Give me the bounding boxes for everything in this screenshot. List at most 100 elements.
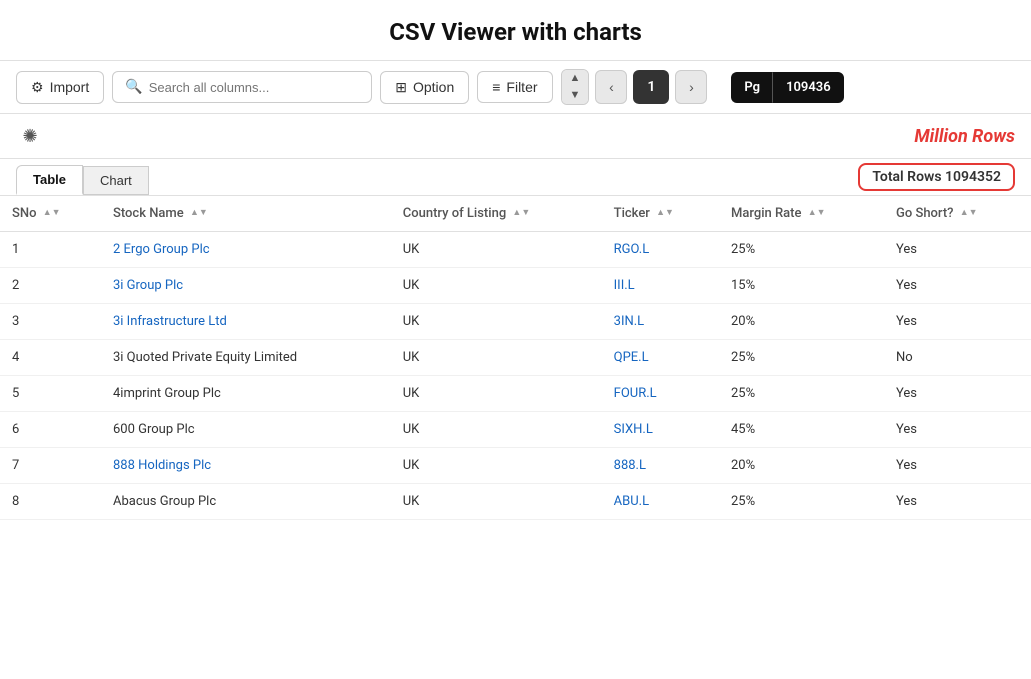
- sort-arrows-sno[interactable]: ▲▼: [43, 209, 61, 218]
- tab-chart[interactable]: Chart: [83, 166, 149, 195]
- option-button[interactable]: ⊞ Option: [380, 71, 469, 104]
- cell-stock-name[interactable]: 2 Ergo Group Plc: [101, 232, 391, 268]
- pg-label: Pg: [731, 72, 773, 103]
- sort-arrows-margin[interactable]: ▲▼: [808, 209, 826, 218]
- pagination-controls: ▲ ▼ ‹ 1 ›: [561, 69, 708, 105]
- col-go-short[interactable]: Go Short? ▲▼: [884, 196, 1031, 232]
- cell-sno: 3: [0, 304, 101, 340]
- search-box[interactable]: 🔍: [112, 71, 372, 103]
- import-button[interactable]: ⚙ Import: [16, 71, 104, 104]
- cell-go-short: No: [884, 340, 1031, 376]
- cell-sno: 2: [0, 268, 101, 304]
- cell-go-short: Yes: [884, 484, 1031, 520]
- cell-margin-rate: 20%: [719, 304, 884, 340]
- stock-name-link[interactable]: 3i Group Plc: [113, 278, 183, 293]
- search-input[interactable]: [149, 80, 360, 95]
- cell-ticker: III.L: [602, 268, 719, 304]
- sun-icon[interactable]: ✺: [16, 122, 44, 150]
- sort-arrows-country[interactable]: ▲▼: [512, 209, 530, 218]
- grid-icon: ⊞: [395, 79, 407, 96]
- table-row: 7888 Holdings PlcUK888.L20%Yes: [0, 448, 1031, 484]
- table-row: 54imprint Group PlcUKFOUR.L25%Yes: [0, 376, 1031, 412]
- table-row: 43i Quoted Private Equity LimitedUKQPE.L…: [0, 340, 1031, 376]
- option-label: Option: [413, 79, 454, 95]
- cell-margin-rate: 25%: [719, 484, 884, 520]
- cell-country: UK: [391, 448, 602, 484]
- cell-go-short: Yes: [884, 448, 1031, 484]
- cell-country: UK: [391, 376, 602, 412]
- table-row: 6600 Group PlcUKSIXH.L45%Yes: [0, 412, 1031, 448]
- million-rows-label: Million Rows: [914, 126, 1015, 147]
- table-row: 1 2 Ergo Group Plc UKRGO.L25%Yes: [0, 232, 1031, 268]
- page-title: CSV Viewer with charts: [0, 0, 1031, 60]
- cell-sno: 8: [0, 484, 101, 520]
- cell-margin-rate: 25%: [719, 232, 884, 268]
- cell-ticker: ABU.L: [602, 484, 719, 520]
- cell-country: UK: [391, 340, 602, 376]
- filter-button[interactable]: ≡ Filter: [477, 71, 552, 103]
- tab-table[interactable]: Table: [16, 165, 83, 195]
- cell-ticker: FOUR.L: [602, 376, 719, 412]
- cell-margin-rate: 15%: [719, 268, 884, 304]
- search-icon: 🔍: [125, 79, 142, 95]
- cell-go-short: Yes: [884, 232, 1031, 268]
- cell-stock-name[interactable]: 888 Holdings Plc: [101, 448, 391, 484]
- page-updown[interactable]: ▲ ▼: [561, 69, 590, 105]
- sort-arrows-ticker[interactable]: ▲▼: [656, 209, 674, 218]
- cell-country: UK: [391, 412, 602, 448]
- cell-margin-rate: 25%: [719, 340, 884, 376]
- cell-stock-name: 3i Quoted Private Equity Limited: [101, 340, 391, 376]
- table-row: 2 3i Group Plc UKIII.L15%Yes: [0, 268, 1031, 304]
- total-rows-badge: Total Rows 1094352: [858, 163, 1015, 191]
- cell-stock-name[interactable]: 3i Group Plc: [101, 268, 391, 304]
- cell-country: UK: [391, 232, 602, 268]
- filter-icon: ≡: [492, 79, 500, 95]
- cell-sno: 4: [0, 340, 101, 376]
- table-body: 12 Ergo Group PlcUKRGO.L25%Yes23i Group …: [0, 232, 1031, 520]
- cell-go-short: Yes: [884, 268, 1031, 304]
- import-label: Import: [50, 79, 90, 95]
- data-table: SNo ▲▼ Stock Name ▲▼ Country of Listing …: [0, 196, 1031, 520]
- tab-row: Table Chart Total Rows 1094352: [0, 159, 1031, 196]
- table-row: 8Abacus Group PlcUKABU.L25%Yes: [0, 484, 1031, 520]
- cell-stock-name: Abacus Group Plc: [101, 484, 391, 520]
- cell-country: UK: [391, 268, 602, 304]
- sort-arrows-stock[interactable]: ▲▼: [190, 209, 208, 218]
- page-up-btn[interactable]: ▲: [562, 70, 589, 87]
- cell-stock-name[interactable]: 3i Infrastructure Ltd: [101, 304, 391, 340]
- pg-total-group: Pg 109436: [723, 72, 843, 103]
- stock-name-link[interactable]: 3i Infrastructure Ltd: [113, 314, 227, 329]
- col-margin-rate[interactable]: Margin Rate ▲▼: [719, 196, 884, 232]
- cell-country: UK: [391, 484, 602, 520]
- col-stock-name[interactable]: Stock Name ▲▼: [101, 196, 391, 232]
- filter-label: Filter: [506, 79, 537, 95]
- cell-margin-rate: 45%: [719, 412, 884, 448]
- gear-icon: ⚙: [31, 79, 44, 96]
- cell-ticker: 888.L: [602, 448, 719, 484]
- sort-arrows-goshort[interactable]: ▲▼: [960, 209, 978, 218]
- cell-sno: 1: [0, 232, 101, 268]
- table-header: SNo ▲▼ Stock Name ▲▼ Country of Listing …: [0, 196, 1031, 232]
- cell-sno: 6: [0, 412, 101, 448]
- page-next-button[interactable]: ›: [675, 70, 707, 104]
- col-country[interactable]: Country of Listing ▲▼: [391, 196, 602, 232]
- cell-ticker: RGO.L: [602, 232, 719, 268]
- cell-ticker: 3IN.L: [602, 304, 719, 340]
- cell-ticker: SIXH.L: [602, 412, 719, 448]
- cell-go-short: Yes: [884, 376, 1031, 412]
- page-prev-button[interactable]: ‹: [595, 70, 627, 104]
- toolbar: ⚙ Import 🔍 ⊞ Option ≡ Filter ▲ ▼ ‹ 1 › P…: [0, 60, 1031, 114]
- cell-go-short: Yes: [884, 412, 1031, 448]
- cell-go-short: Yes: [884, 304, 1031, 340]
- cell-country: UK: [391, 304, 602, 340]
- col-sno[interactable]: SNo ▲▼: [0, 196, 101, 232]
- pg-total-value: 109436: [773, 72, 844, 103]
- cell-stock-name: 4imprint Group Plc: [101, 376, 391, 412]
- cell-margin-rate: 20%: [719, 448, 884, 484]
- stock-name-link[interactable]: 2 Ergo Group Plc: [113, 242, 210, 257]
- col-ticker[interactable]: Ticker ▲▼: [602, 196, 719, 232]
- toolbar2: ✺ Million Rows: [0, 114, 1031, 159]
- page-down-btn[interactable]: ▼: [562, 87, 589, 104]
- stock-name-link[interactable]: 888 Holdings Plc: [113, 458, 211, 473]
- table-row: 3 3i Infrastructure Ltd UK3IN.L20%Yes: [0, 304, 1031, 340]
